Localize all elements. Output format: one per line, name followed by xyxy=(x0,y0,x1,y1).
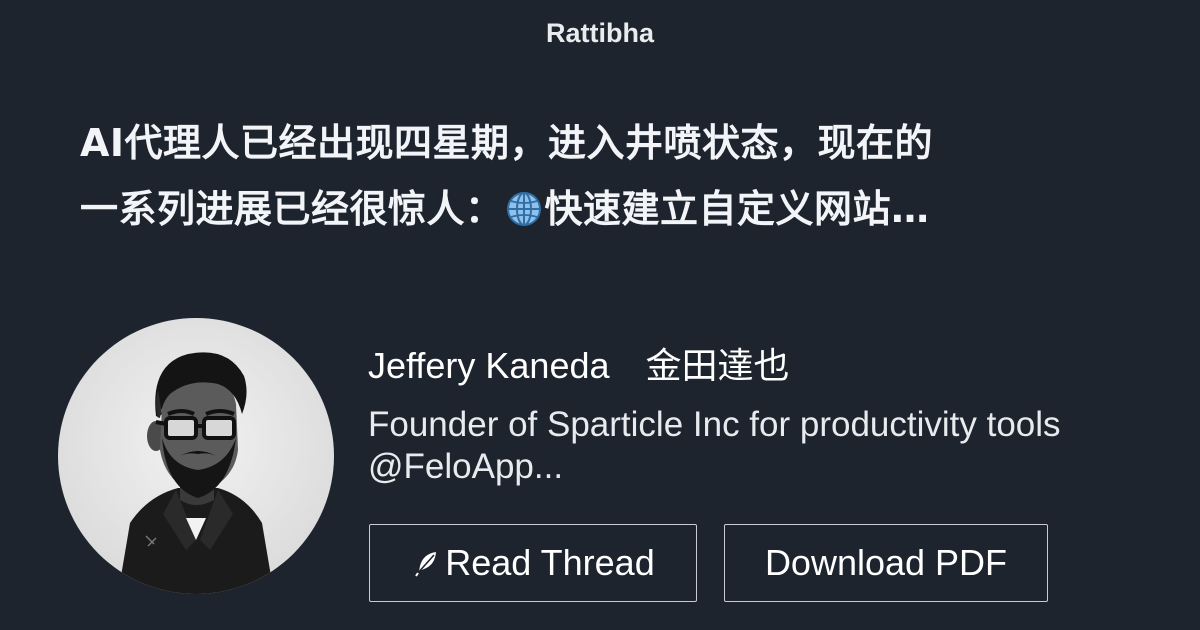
site-name: Rattibha xyxy=(546,18,654,48)
thread-title-line-2: 一系列进展已经很惊人： 快速建立自定义网站… xyxy=(80,176,1160,242)
thread-title-line-1: AI代理人已经出现四星期，进入井喷状态，现在的 xyxy=(80,121,934,165)
thread-title-line-2-rest: 快速建立自定义网站… xyxy=(544,187,930,231)
feather-icon xyxy=(415,552,437,577)
read-thread-button[interactable]: Read Thread xyxy=(369,524,697,602)
bearded-man-with-glasses-avatar xyxy=(118,352,274,594)
download-pdf-button[interactable]: Download PDF xyxy=(724,524,1048,602)
avatar[interactable] xyxy=(58,318,334,594)
author-bio: Founder of Sparticle Inc for productivit… xyxy=(368,404,1178,488)
read-thread-label: Read Thread xyxy=(445,542,655,583)
globe-icon xyxy=(506,192,541,226)
author-bio-line-2: @FeloApp... xyxy=(368,447,564,486)
thread-title-line-2-text: 一系列进展已经很惊人： xyxy=(80,187,504,231)
thread-title: AI代理人已经出现四星期，进入井喷状态，现在的 一系列进展已经很惊人： 快速建立… xyxy=(80,110,1160,242)
author-name: Jeffery Kaneda 金田達也 xyxy=(368,345,790,386)
download-pdf-label: Download PDF xyxy=(764,542,1008,583)
author-bio-line-1: Founder of Sparticle Inc for productivit… xyxy=(368,405,1061,444)
